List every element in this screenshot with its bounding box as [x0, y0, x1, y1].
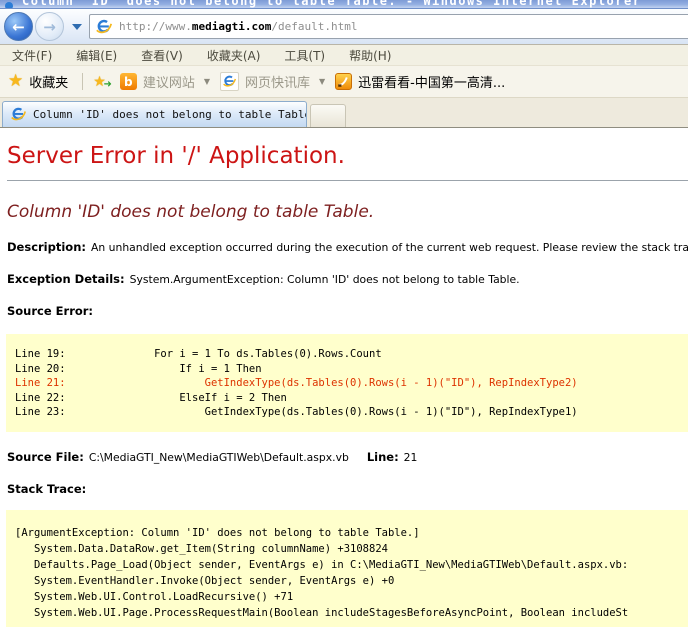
- tab-title: Column 'ID' does not belong to table Tab…: [33, 108, 307, 121]
- tab-bar: Column 'ID' does not belong to table Tab…: [0, 98, 688, 128]
- web-slice-icon[interactable]: [220, 72, 239, 91]
- title-bar: Column 'ID' does not belong to table Tab…: [0, 0, 688, 9]
- tab-favicon-ie-icon: [11, 107, 26, 122]
- source-error-label: Source Error:: [7, 304, 94, 318]
- suggested-sites-button[interactable]: 建议网站: [143, 72, 195, 91]
- xunlei-kankan-button[interactable]: 迅雷看看-中国第一高清...: [358, 72, 505, 91]
- favorites-star-icon[interactable]: ★: [8, 73, 23, 90]
- page-favicon-ie-icon: [96, 19, 112, 35]
- web-slice-gallery-button[interactable]: 网页快讯库: [245, 72, 310, 91]
- window-title: Column 'ID' does not belong to table Tab…: [22, 0, 642, 8]
- suggested-glyph: b: [124, 74, 133, 89]
- source-error-line: Source Error:: [7, 304, 688, 318]
- favorites-bar: ★ 收藏夹 ★ ➜ b 建议网站 ▼ 网页快讯库 ▼ 迅雷看看-中国第一高清...: [0, 66, 688, 98]
- menu-tools[interactable]: 工具(T): [278, 46, 331, 65]
- page-title: Server Error in '/' Application.: [7, 143, 345, 169]
- menu-favorites[interactable]: 收藏夹(A): [201, 46, 267, 65]
- xunlei-kankan-icon[interactable]: [335, 73, 353, 90]
- forward-arrow-icon: →: [43, 17, 56, 36]
- history-dropdown-icon[interactable]: [72, 23, 82, 30]
- menu-help[interactable]: 帮助(H): [343, 46, 397, 65]
- stack-trace-code: [ArgumentException: Column 'ID' does not…: [6, 509, 688, 627]
- green-arrow-icon: ➜: [103, 78, 112, 90]
- stack-trace-heading: Stack Trace:: [7, 482, 688, 496]
- ie-icon: [4, 0, 14, 8]
- menu-edit[interactable]: 编辑(E): [70, 46, 123, 65]
- url-path: /default.html: [271, 20, 358, 33]
- source-file-path: C:\MediaGTI_New\MediaGTIWeb\Default.aspx…: [88, 450, 349, 464]
- stack-trace-lines: [ArgumentException: Column 'ID' does not…: [15, 526, 629, 619]
- source-error-code: Line 19: For i = 1 To ds.Tables(0).Rows.…: [6, 334, 688, 432]
- description-label: Description:: [7, 240, 86, 254]
- line-number: 21: [403, 450, 418, 464]
- error-page: Server Error in '/' Application. Column …: [0, 143, 688, 627]
- navigation-bar: ← → http://www.mediagti.com/default.html: [0, 9, 688, 45]
- back-arrow-icon: ←: [12, 17, 25, 36]
- suggested-sites-icon[interactable]: b: [119, 73, 137, 90]
- exception-details-line: Exception Details: System.ArgumentExcepti…: [7, 272, 688, 286]
- url-text: http://www.mediagti.com/default.html: [119, 20, 357, 33]
- code-lines-before: Line 19: For i = 1 To ds.Tables(0).Rows.…: [15, 348, 382, 375]
- exception-details-text: System.ArgumentException: Column 'ID' do…: [129, 273, 520, 286]
- description-line: Description: An unhandled exception occur…: [7, 240, 688, 254]
- code-error-line: Line 21: GetIndexType(ds.Tables(0).Rows(…: [15, 377, 578, 390]
- suggested-sites-dropdown-icon[interactable]: ▼: [204, 77, 210, 86]
- back-button[interactable]: ←: [4, 12, 33, 41]
- stack-trace-label: Stack Trace:: [7, 481, 87, 496]
- menu-view[interactable]: 查看(V): [135, 46, 189, 65]
- description-text: An unhandled exception occurred during t…: [90, 241, 688, 254]
- code-lines-after: Line 22: ElseIf i = 2 Then Line 23: GetI…: [15, 391, 578, 419]
- line-label: Line:: [366, 449, 399, 464]
- exception-details-label: Exception Details:: [7, 272, 125, 286]
- new-tab-button[interactable]: [310, 104, 346, 127]
- divider: [7, 180, 688, 181]
- menu-bar: 文件(F) 编辑(E) 查看(V) 收藏夹(A) 工具(T) 帮助(H): [0, 45, 688, 66]
- favorites-button[interactable]: 收藏夹: [29, 72, 68, 91]
- browser-window: Column 'ID' does not belong to table Tab…: [0, 0, 688, 627]
- source-file-line: Source File: C:\MediaGTI_New\MediaGTIWeb\…: [7, 450, 688, 464]
- url-scheme: http://www.: [119, 20, 192, 33]
- address-bar[interactable]: http://www.mediagti.com/default.html: [89, 14, 688, 39]
- web-slice-dropdown-icon[interactable]: ▼: [319, 77, 325, 86]
- source-file-label: Source File:: [7, 449, 84, 464]
- add-to-favorites-bar-icon[interactable]: ★ ➜: [93, 75, 112, 90]
- forward-button[interactable]: →: [35, 12, 64, 41]
- error-message-heading: Column 'ID' does not belong to table Tab…: [7, 202, 375, 222]
- separator: [82, 73, 84, 90]
- menu-file[interactable]: 文件(F): [6, 46, 58, 65]
- url-domain: mediagti.com: [191, 20, 272, 33]
- active-tab[interactable]: Column 'ID' does not belong to table Tab…: [2, 101, 307, 127]
